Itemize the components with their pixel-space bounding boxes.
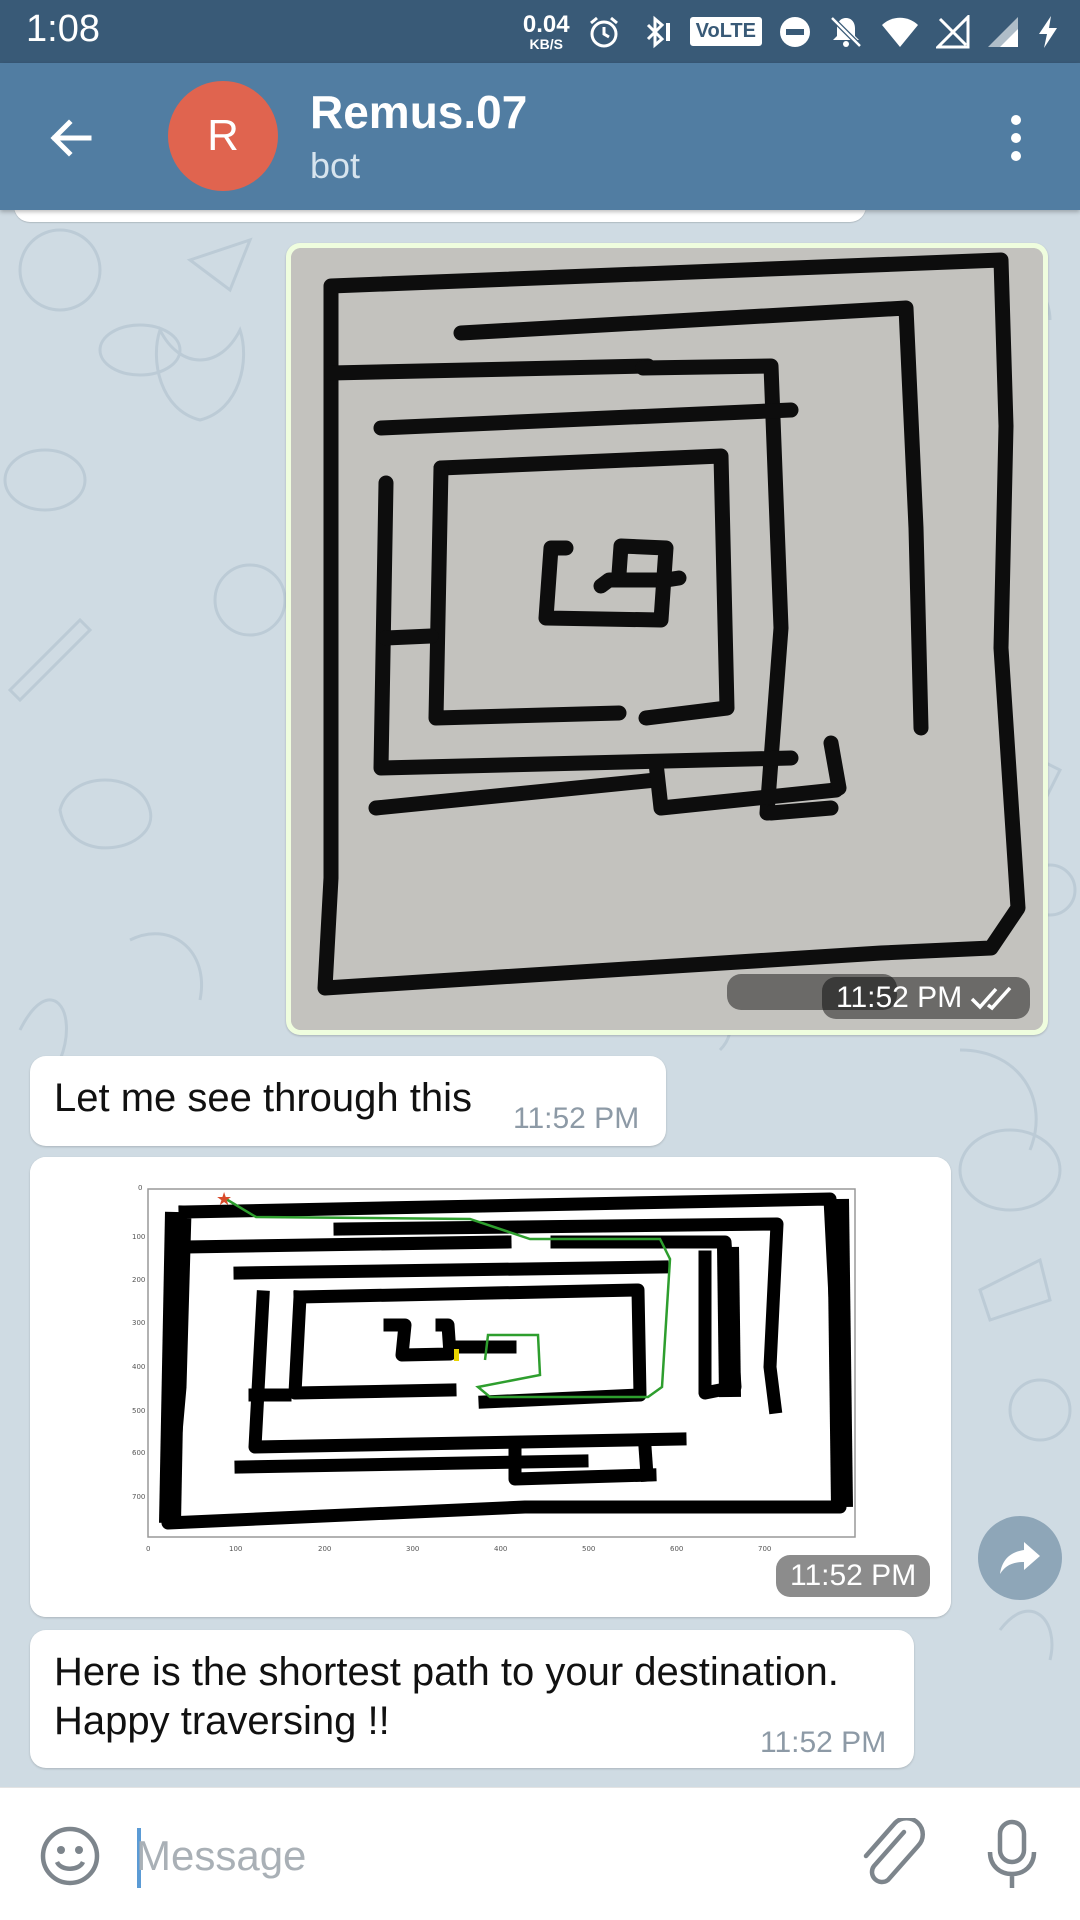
x-tick: 700 xyxy=(758,1545,771,1553)
share-button[interactable] xyxy=(978,1516,1062,1600)
network-speed: 0.04 KB/S xyxy=(522,10,570,52)
arrow-back-icon xyxy=(50,119,92,157)
x-tick: 300 xyxy=(406,1545,419,1553)
forward-icon xyxy=(1000,1542,1040,1574)
x-tick: 0 xyxy=(146,1545,150,1553)
timestamp-text: 11:52 PM xyxy=(790,1559,917,1592)
y-tick: 700 xyxy=(132,1493,145,1501)
more-options-button[interactable] xyxy=(990,103,1042,173)
charging-icon xyxy=(1039,15,1057,48)
do-not-disturb-icon xyxy=(780,16,810,47)
status-icons: 0.04 KB/S VoLTE xyxy=(523,8,1060,55)
emoji-button[interactable] xyxy=(38,1824,102,1888)
more-dot-icon xyxy=(1011,133,1021,143)
back-button[interactable] xyxy=(36,103,106,173)
status-time: 1:08 xyxy=(26,8,100,50)
x-tick: 500 xyxy=(582,1545,595,1553)
message-text-line-2: Happy traversing !! xyxy=(54,1699,390,1743)
wifi-icon xyxy=(882,17,918,47)
y-tick: 0 xyxy=(138,1184,142,1192)
maze-solution-plot[interactable]: ★ 0 100 200 300 400 500 600 700 0 100 20… xyxy=(30,1157,951,1617)
incoming-photo-timestamp: 11:52 PM xyxy=(776,1555,931,1597)
attach-button[interactable] xyxy=(858,1815,928,1892)
incoming-text-message[interactable]: Let me see through this 11:52 PM xyxy=(30,1056,666,1146)
svg-text:★: ★ xyxy=(216,1189,232,1210)
bluetooth-icon xyxy=(646,15,670,48)
signal-icon xyxy=(988,16,1018,47)
chat-title[interactable]: Remus.07 xyxy=(310,85,527,139)
outgoing-photo-message[interactable]: 11:52 PM xyxy=(286,243,1048,1035)
chat-subtitle: bot xyxy=(310,145,361,186)
more-dot-icon xyxy=(1011,115,1021,125)
network-speed-value: 0.04 xyxy=(522,10,570,38)
read-receipt-icon xyxy=(970,986,1012,1011)
message-composer xyxy=(0,1787,1080,1920)
alarm-icon xyxy=(589,16,618,47)
y-tick: 600 xyxy=(132,1449,145,1457)
x-tick: 600 xyxy=(670,1545,683,1553)
microphone-icon xyxy=(987,1819,1037,1888)
y-tick: 100 xyxy=(132,1233,145,1241)
message-text: Let me see through this xyxy=(54,1076,473,1120)
y-tick: 300 xyxy=(132,1319,145,1327)
outgoing-photo-timestamp: 11:52 PM xyxy=(822,977,1031,1019)
maze-photo[interactable] xyxy=(291,248,1043,1030)
chat-area[interactable]: 11:52 PM Let me see through this 11:52 P… xyxy=(0,210,1080,1787)
network-speed-unit: KB/S xyxy=(529,35,563,52)
maze-drawing xyxy=(291,248,1043,1030)
status-bar: 1:08 0.04 KB/S VoLTE xyxy=(0,0,1080,63)
y-tick: 500 xyxy=(132,1407,145,1415)
avatar[interactable]: R xyxy=(168,81,278,191)
notifications-off-icon xyxy=(830,15,862,48)
message-timestamp: 11:52 PM xyxy=(760,1726,887,1759)
timestamp-text: 11:52 PM xyxy=(836,981,963,1014)
x-tick: 100 xyxy=(229,1545,242,1553)
incoming-text-message[interactable]: Here is the shortest path to your destin… xyxy=(30,1630,914,1768)
chat-header: R Remus.07 bot xyxy=(0,63,1080,210)
voice-message-button[interactable] xyxy=(980,1818,1044,1892)
y-tick: 200 xyxy=(132,1276,145,1284)
sim-off-icon xyxy=(936,14,970,48)
volte-icon: VoLTE xyxy=(689,17,762,46)
y-tick: 400 xyxy=(132,1363,145,1371)
message-input[interactable] xyxy=(136,1816,836,1896)
more-dot-icon xyxy=(1011,151,1021,161)
x-tick: 200 xyxy=(318,1545,331,1553)
emoji-icon xyxy=(40,1826,100,1886)
message-text-line-1: Here is the shortest path to your destin… xyxy=(54,1650,839,1694)
message-timestamp: 11:52 PM xyxy=(513,1102,640,1135)
incoming-photo-message[interactable]: ★ 0 100 200 300 400 500 600 700 0 100 20… xyxy=(30,1157,951,1617)
previous-message-bubble xyxy=(14,210,866,222)
paperclip-icon xyxy=(863,1815,926,1885)
x-tick: 400 xyxy=(494,1545,507,1553)
